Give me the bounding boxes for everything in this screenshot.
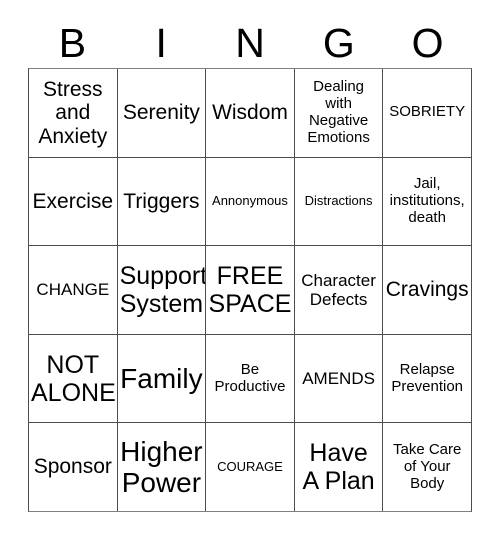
bingo-cell[interactable]: Stress and Anxiety xyxy=(29,69,117,157)
bingo-cell[interactable]: Exercise xyxy=(29,158,117,246)
bingo-cell[interactable]: SOBRIETY xyxy=(382,69,471,157)
bingo-cell[interactable]: Character Defects xyxy=(293,246,383,334)
bingo-cell-free-space[interactable]: FREE SPACE xyxy=(205,246,294,334)
bingo-cell-label: Support System xyxy=(119,261,206,318)
bingo-header-letter-o: O xyxy=(411,19,444,66)
bingo-cell-label: CHANGE xyxy=(36,280,110,300)
bingo-cell-label: Exercise xyxy=(32,189,114,213)
bingo-cell[interactable]: Relapse Prevention xyxy=(382,334,471,423)
bingo-cell[interactable]: Be Productive xyxy=(205,334,294,423)
bingo-header-letter-i: I xyxy=(155,19,167,66)
bingo-cell-label: Annonymous xyxy=(212,193,288,209)
bingo-cell-label: Serenity xyxy=(122,101,200,125)
bingo-grid: Stress and Anxiety Serenity Wisdom Deali… xyxy=(28,68,472,512)
bingo-cell-label: NOT ALONE xyxy=(31,350,116,407)
bingo-cell-label: FREE SPACE xyxy=(208,261,292,318)
bingo-cell[interactable]: Serenity xyxy=(116,69,206,157)
bingo-card: B I N G O Stress and Anxiety Serenity Wi… xyxy=(0,0,500,544)
bingo-cell[interactable]: Distractions xyxy=(293,157,383,246)
bingo-cell-label: Distractions xyxy=(304,193,373,209)
bingo-row: NOT ALONE Family Be Productive AMENDS Re… xyxy=(29,333,471,423)
bingo-cell[interactable]: Dealing with Negative Emotions xyxy=(293,69,383,157)
bingo-cell[interactable]: NOT ALONE xyxy=(29,335,117,423)
bingo-header-letter-g: G xyxy=(322,19,355,66)
bingo-cell-label: Be Productive xyxy=(214,360,286,395)
bingo-cell-label: Jail, institutions, death xyxy=(389,175,465,226)
bingo-cell-label: SOBRIETY xyxy=(389,103,466,121)
bingo-cell-label: Family xyxy=(120,362,203,394)
bingo-cell[interactable]: Support System xyxy=(116,246,206,334)
bingo-cell[interactable]: CHANGE xyxy=(29,246,117,334)
bingo-cell[interactable]: Take Care of Your Body xyxy=(382,423,471,511)
bingo-cell[interactable]: Annonymous xyxy=(205,157,294,246)
bingo-cell[interactable]: Have A Plan xyxy=(293,423,383,511)
bingo-cell-label: Take Care of Your Body xyxy=(392,440,462,492)
bingo-row: Exercise Triggers Annonymous Distraction… xyxy=(29,156,471,246)
bingo-cell[interactable]: Wisdom xyxy=(205,69,294,157)
bingo-cell[interactable]: AMENDS xyxy=(293,334,383,423)
bingo-cell-label: Higher Power xyxy=(120,435,203,499)
bingo-cell-label: COURAGE xyxy=(217,458,283,474)
bingo-cell[interactable]: Sponsor xyxy=(29,423,117,511)
bingo-cell[interactable]: Cravings xyxy=(382,246,471,334)
bingo-cell-label: Wisdom xyxy=(212,101,288,125)
bingo-header-letter-n: N xyxy=(235,19,265,66)
bingo-cell[interactable]: Family xyxy=(116,334,206,423)
bingo-cell-label: Stress and Anxiety xyxy=(38,77,108,148)
bingo-cell-label: Sponsor xyxy=(33,455,112,479)
bingo-cell-label: Dealing with Negative Emotions xyxy=(307,78,370,146)
bingo-cell-label: AMENDS xyxy=(302,369,375,389)
bingo-header-letter-b: B xyxy=(58,19,87,66)
bingo-cell-label: Character Defects xyxy=(301,270,376,309)
bingo-cell[interactable]: Triggers xyxy=(116,157,206,246)
bingo-cell-label: Triggers xyxy=(123,189,200,213)
bingo-cell-label: Have A Plan xyxy=(302,439,375,496)
bingo-cell[interactable]: COURAGE xyxy=(205,423,294,511)
bingo-row: CHANGE Support System FREE SPACE Charact… xyxy=(29,245,471,334)
bingo-cell[interactable]: Higher Power xyxy=(116,423,206,511)
bingo-cell-label: Cravings xyxy=(385,278,469,302)
bingo-row: Sponsor Higher Power COURAGE Have A Plan… xyxy=(29,422,471,511)
bingo-row: Stress and Anxiety Serenity Wisdom Deali… xyxy=(29,69,471,157)
bingo-cell-label: Relapse Prevention xyxy=(391,360,464,395)
bingo-header-row: B I N G O xyxy=(28,18,472,68)
bingo-cell[interactable]: Jail, institutions, death xyxy=(382,157,471,246)
